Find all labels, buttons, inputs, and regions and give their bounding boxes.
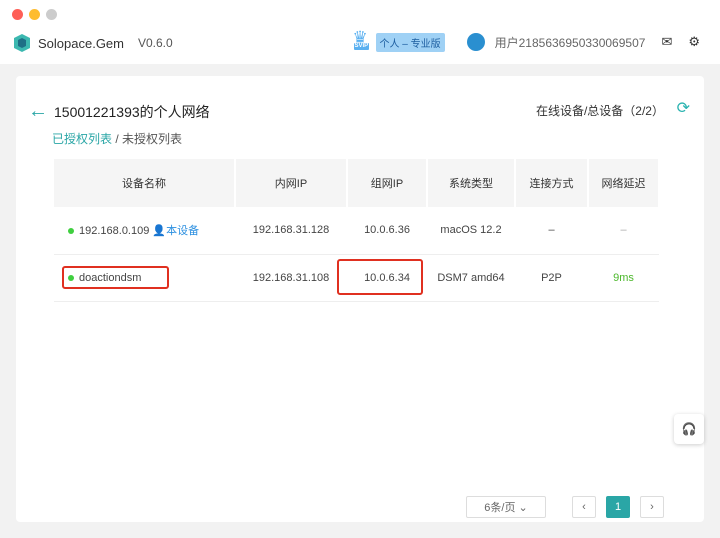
- online-count: 在线设备/总设备（2/2）: [535, 104, 664, 118]
- prev-page-button[interactable]: ‹: [572, 496, 596, 518]
- minimize-window-button[interactable]: [29, 9, 40, 20]
- username[interactable]: 用户2185636950330069507: [495, 34, 646, 51]
- os-type: macOS 12.2: [427, 207, 515, 255]
- avatar[interactable]: [466, 33, 485, 51]
- header-connection: 连接方式: [515, 159, 589, 207]
- tab-separator: /: [115, 132, 119, 146]
- vip-badge: SVIP: [353, 43, 370, 50]
- list-tabs: 已授权列表 / 未授权列表: [52, 130, 182, 147]
- refresh-icon[interactable]: ⟳: [677, 98, 690, 118]
- connection-type: –: [515, 207, 588, 255]
- this-device-badge: 👤本设备: [152, 225, 200, 238]
- close-window-button[interactable]: [12, 9, 23, 20]
- tab-unauthorized[interactable]: 未授权列表: [122, 132, 182, 146]
- latency: –: [588, 207, 659, 255]
- highlight-box: [337, 259, 423, 295]
- mail-icon[interactable]: ✉: [661, 34, 672, 50]
- header-latency: 网络延迟: [588, 159, 660, 207]
- online-status-icon: [68, 228, 74, 235]
- tab-authorized[interactable]: 已授权列表: [52, 132, 112, 146]
- connection-type: P2P: [515, 254, 588, 302]
- header-vpn-ip: 组网IP: [347, 159, 428, 207]
- plan-badge[interactable]: 个人 – 专业版: [375, 32, 445, 52]
- pagination: 6条/页 ⌄ ‹ 1 ›: [466, 496, 664, 518]
- app-version: V0.6.0: [138, 36, 173, 50]
- header-lan-ip: 内网IP: [235, 159, 348, 207]
- header-os: 系统类型: [427, 159, 516, 207]
- page-title: 15001221393的个人网络: [54, 103, 210, 120]
- crown-icon: ♛ SVIP: [352, 28, 370, 50]
- header-name: 设备名称: [54, 159, 236, 207]
- page-size-select[interactable]: 6条/页 ⌄: [466, 496, 546, 518]
- device-name: 192.168.0.109: [79, 225, 150, 238]
- logo-icon: [14, 34, 30, 52]
- app-name: Solopace.Gem: [38, 35, 124, 51]
- headset-support-icon[interactable]: 🎧: [674, 414, 704, 444]
- page-1-button[interactable]: 1: [606, 496, 630, 518]
- lan-ip: 192.168.31.128: [235, 207, 347, 255]
- next-page-button[interactable]: ›: [640, 496, 664, 518]
- table-row: 192.168.0.109 👤本设备 192.168.31.128 10.0.6…: [54, 207, 659, 255]
- highlight-box: [62, 266, 169, 289]
- latency: 9ms: [588, 254, 659, 302]
- lan-ip: 192.168.31.108: [235, 254, 347, 302]
- title-bar: Solopace.Gem V0.6.0 ♛ SVIP 个人 – 专业版 用户21…: [0, 0, 720, 64]
- os-type: DSM7 amd64: [427, 254, 515, 302]
- back-arrow-icon[interactable]: ←: [28, 100, 48, 123]
- vpn-ip: 10.0.6.36: [347, 207, 427, 255]
- zoom-window-button[interactable]: [46, 9, 57, 20]
- network-card: ← 15001221393的个人网络 在线设备/总设备（2/2） ⟳ 已授权列表…: [16, 76, 704, 522]
- gear-icon[interactable]: ⚙: [688, 34, 700, 50]
